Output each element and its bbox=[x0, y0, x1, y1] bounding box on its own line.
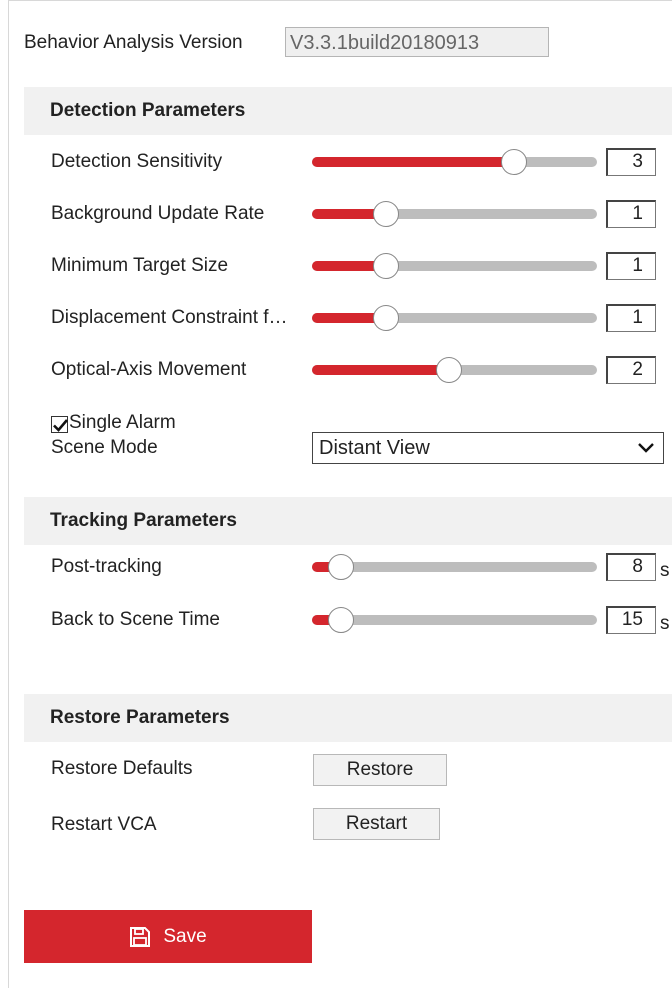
minimum-target-size-slider[interactable] bbox=[312, 249, 597, 283]
scene-mode-text: Scene Mode bbox=[51, 437, 158, 458]
slider-track bbox=[312, 615, 597, 625]
param-label: Background Update Rate bbox=[51, 203, 265, 224]
version-value-field: V3.3.1build20180913 bbox=[285, 27, 549, 57]
save-label: Save bbox=[163, 925, 207, 947]
optical-axis-movement-input[interactable]: 2 bbox=[606, 356, 656, 384]
tracking-section-header: Tracking Parameters bbox=[24, 497, 672, 545]
slider-fill bbox=[312, 157, 515, 167]
scene-mode-select[interactable]: Distant View bbox=[312, 432, 664, 464]
optical-axis-movement-slider[interactable] bbox=[312, 353, 597, 387]
chevron-down-icon bbox=[638, 443, 654, 453]
param-label: Post-tracking bbox=[51, 556, 162, 577]
background-update-rate-slider[interactable] bbox=[312, 197, 597, 231]
version-row: Behavior Analysis Version V3.3.1build201… bbox=[24, 27, 549, 59]
detection-section-header: Detection Parameters bbox=[24, 87, 672, 135]
back-to-scene-time-slider[interactable] bbox=[312, 603, 597, 637]
slider-thumb[interactable] bbox=[373, 253, 400, 279]
param-label: Back to Scene Time bbox=[51, 609, 220, 630]
back-to-scene-time-input[interactable]: 15 bbox=[606, 606, 656, 634]
slider-thumb[interactable] bbox=[373, 305, 400, 331]
restore-defaults-label: Restore Defaults bbox=[51, 758, 193, 779]
slider-thumb[interactable] bbox=[327, 607, 354, 633]
back-to-scene-time-unit: s bbox=[660, 613, 670, 634]
post-tracking-input[interactable]: 8 bbox=[606, 553, 656, 581]
detection-sensitivity-input[interactable]: 3 bbox=[606, 148, 656, 176]
param-label: Displacement Constraint f… bbox=[51, 307, 288, 328]
slider-track bbox=[312, 562, 597, 572]
post-tracking-unit: s bbox=[660, 560, 670, 581]
floppy-disk-icon bbox=[130, 926, 151, 947]
restore-button[interactable]: Restore bbox=[313, 754, 447, 786]
left-divider bbox=[8, 0, 9, 988]
param-label: Optical-Axis Movement bbox=[51, 359, 247, 380]
slider-fill bbox=[312, 365, 449, 375]
displacement-constraint-slider[interactable] bbox=[312, 301, 597, 335]
param-label: Detection Sensitivity bbox=[51, 151, 223, 172]
displacement-constraint-input[interactable]: 1 bbox=[606, 304, 656, 332]
background-update-rate-input[interactable]: 1 bbox=[606, 200, 656, 228]
slider-thumb[interactable] bbox=[327, 554, 354, 580]
restart-vca-label: Restart VCA bbox=[51, 814, 157, 835]
slider-thumb[interactable] bbox=[435, 357, 462, 383]
version-label: Behavior Analysis Version bbox=[24, 32, 243, 53]
slider-thumb[interactable] bbox=[501, 149, 528, 175]
restart-button[interactable]: Restart bbox=[313, 808, 440, 840]
detection-sensitivity-slider[interactable] bbox=[312, 145, 597, 179]
param-label: Minimum Target Size bbox=[51, 255, 229, 276]
restore-section-header: Restore Parameters bbox=[24, 694, 672, 742]
minimum-target-size-input[interactable]: 1 bbox=[606, 252, 656, 280]
save-button[interactable]: Save bbox=[24, 910, 312, 963]
post-tracking-slider[interactable] bbox=[312, 550, 597, 584]
slider-thumb[interactable] bbox=[373, 201, 400, 227]
top-divider bbox=[8, 0, 672, 1]
scene-mode-value: Distant View bbox=[319, 437, 430, 459]
